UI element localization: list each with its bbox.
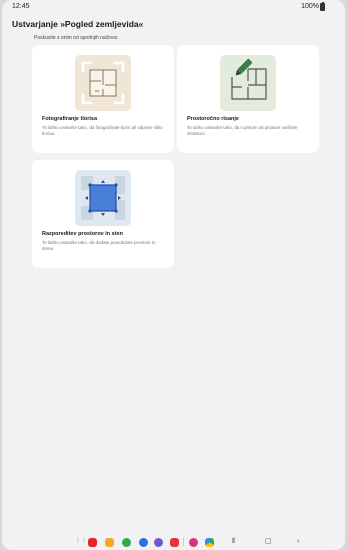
page-subtitle: Poskusite z enim od spodnjih načinov.	[34, 35, 119, 41]
recents-icon[interactable]: ⦀	[232, 537, 235, 547]
back-icon[interactable]: ‹	[297, 537, 299, 547]
status-time: 12:45	[12, 3, 30, 10]
pencil-floorplan-icon	[220, 55, 276, 111]
card-title: Fotografiranje tlorisa	[42, 116, 98, 122]
card-description: To lahko ustvarite tako, da s prstom ali…	[187, 125, 298, 136]
battery-percent: 100%	[301, 3, 319, 10]
google-drive-icon[interactable]	[205, 537, 214, 547]
dock-separator	[183, 538, 184, 546]
gallery-icon[interactable]	[189, 537, 198, 547]
messages-icon[interactable]	[139, 537, 148, 547]
card-freehand-drawing[interactable]: Prostoročno risanje To lahko ustvarite t…	[177, 45, 319, 153]
page-title: Ustvarjanje »Pogled zemljevida«	[12, 19, 144, 29]
card-title: Razporeditev prostorov in sten	[42, 231, 123, 237]
home-icon[interactable]: ▢	[265, 537, 272, 547]
status-bar: 12:45 100%	[2, 0, 345, 14]
camera-floorplan-icon	[75, 55, 131, 111]
app-drawer-icon[interactable]: ⋮⋮	[75, 537, 87, 546]
navigation-bar: ⋮⋮ ⦀ ▢ ‹	[2, 534, 345, 550]
card-arrange-rooms-walls[interactable]: Razporeditev prostorov in sten To lahko …	[32, 160, 174, 268]
room-layout-icon	[75, 170, 131, 226]
card-description: To lahko ustvarite tako, da fotografirat…	[42, 125, 163, 136]
youtube-icon[interactable]	[170, 537, 179, 547]
browser-icon[interactable]	[154, 537, 163, 547]
flipboard-icon[interactable]	[88, 537, 97, 547]
battery-icon	[320, 2, 325, 11]
my-files-icon[interactable]	[105, 537, 114, 547]
card-description: To lahko ustvarite tako, da dodate pravo…	[42, 240, 156, 251]
phone-icon[interactable]	[122, 537, 131, 547]
card-title: Prostoročno risanje	[187, 116, 239, 122]
device-screen: 12:45 100% Ustvarjanje »Pogled zemljevid…	[2, 0, 345, 550]
card-photograph-floorplan[interactable]: Fotografiranje tlorisa To lahko ustvarit…	[32, 45, 174, 153]
